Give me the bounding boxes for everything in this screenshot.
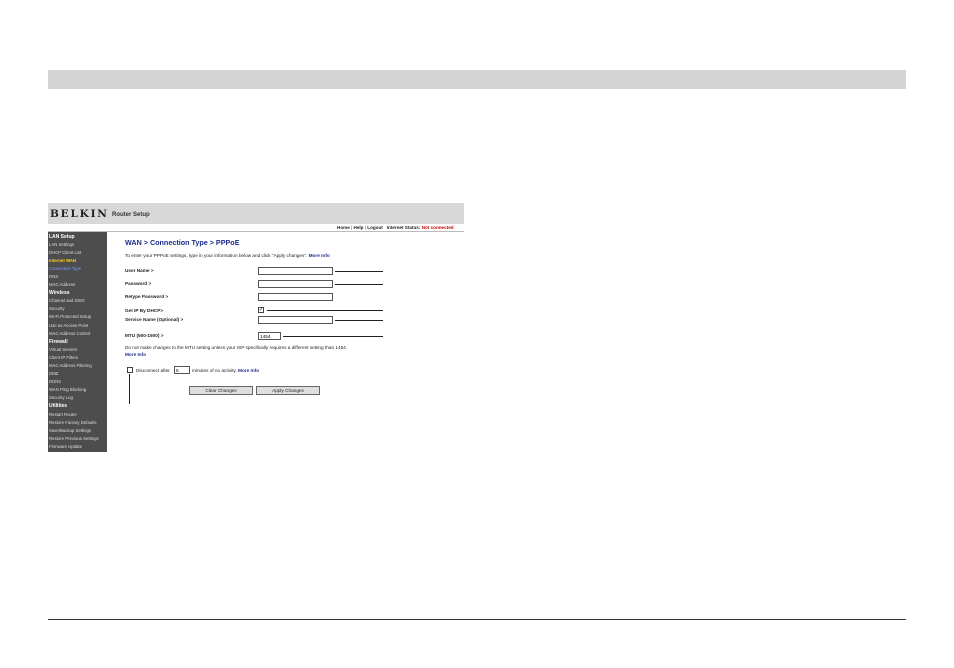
top-nav-links: Home | Help | Logout Internet Status: No… [337,225,454,230]
sidebar-item[interactable]: Use as Access Point [48,322,107,330]
top-nav: Home | Help | Logout Internet Status: No… [48,224,464,232]
intro-text: To enter your PPPoE settings, type in yo… [125,253,330,258]
clear-changes-button[interactable]: Clear Changes [189,386,253,395]
router-setup-screenshot: BELKIN Router Setup Home | Help | Logout… [48,203,464,452]
sidebar-item[interactable]: Wi-Fi Protected Setup [48,313,107,321]
sidebar-item[interactable]: Firmware Update [48,443,107,451]
sidebar-item[interactable]: MAC Address [48,281,107,289]
sidebar-nav: LAN Setup LAN Settings DHCP Client List Int… [48,232,107,452]
belkin-logo: BELKIN [50,208,109,220]
disconnect-minutes-label: minutes of no activity. More Info [192,368,259,373]
sidebar-section-heading: LAN Setup [49,233,75,240]
sidebar-item[interactable]: Save/Backup Settings [48,427,107,435]
intro-instructions: To enter your PPPoE settings, type in yo… [125,253,308,258]
logout-link[interactable]: Logout [367,225,383,230]
nav-separator: | [351,225,353,230]
sidebar-item[interactable]: DDNS [48,378,107,386]
service-name-input[interactable] [258,316,333,324]
mtu-more-info-link[interactable]: More Info [125,352,146,357]
callout-line [283,336,383,337]
service-name-label: Service Name (Optional) > [125,317,184,322]
sidebar-section-heading: Utilities [49,403,68,410]
apply-changes-button[interactable]: Apply Changes [256,386,320,395]
page-title: WAN > Connection Type > PPPoE [125,238,240,247]
sidebar-section-heading: Firewall [49,338,68,345]
sidebar-section-heading: Wireless [49,290,70,297]
password-input[interactable] [258,280,333,288]
callout-line [335,284,383,285]
disconnect-label: Disconnect after [136,368,170,373]
sidebar-item[interactable]: Client IP Filters [48,354,107,362]
user-name-input[interactable] [258,267,333,275]
callout-line [335,320,383,321]
app-header: BELKIN Router Setup [48,203,464,224]
sidebar-item[interactable]: DHCP Client List [48,249,107,257]
nav-separator: | [364,225,366,230]
sidebar-item[interactable]: Internet WAN [48,257,107,265]
top-banner [48,70,906,89]
home-link[interactable]: Home [337,225,350,230]
disconnect-minutes-text: minutes of no activity. [192,368,237,373]
internet-status-label: Internet Status: [386,225,421,230]
sidebar-item[interactable]: MAC Address Control [48,330,107,338]
help-link[interactable]: Help [354,225,364,230]
sidebar-item[interactable]: Restore Factory Defaults [48,419,107,427]
disconnect-more-info-link[interactable]: More Info [238,368,259,373]
bottom-divider [48,619,906,620]
callout-line [267,310,383,311]
sidebar-item[interactable]: Restart Router [48,411,107,419]
sidebar-item[interactable]: WAN Ping Blocking [48,386,107,394]
sidebar-item[interactable]: MAC Address Filtering [48,362,107,370]
password-label: Password > [125,281,152,286]
mtu-input[interactable] [258,332,281,340]
mtu-note-text: Do not make changes to the MTU setting u… [125,345,348,350]
sidebar-item[interactable]: Restore Previous Settings [48,435,107,443]
dhcp-label: Get IP By DHCP> [125,308,164,313]
sidebar-item[interactable]: Security [48,305,107,313]
disconnect-minutes-input[interactable] [174,366,190,374]
sidebar-item[interactable]: DMZ [48,370,107,378]
retype-password-input[interactable] [258,293,333,301]
sidebar-item[interactable]: DNS [48,273,107,281]
callout-line [335,271,383,272]
mtu-note: Do not make changes to the MTU setting u… [125,345,347,358]
user-name-label: User Name > [125,268,154,273]
dhcp-checkbox[interactable]: ✓ [258,307,264,313]
retype-password-label: Retype Password > [125,294,169,299]
sidebar-item[interactable]: Channel and SSID [48,297,107,305]
sidebar-item[interactable]: Security Log [48,394,107,402]
intro-more-info-link[interactable]: More Info [309,253,330,258]
mtu-label: MTU (500-1500) > [125,333,164,338]
sidebar-item[interactable]: Connection Type [48,265,107,273]
internet-status-value: Not connected [421,225,454,230]
main-content: WAN > Connection Type > PPPoE To enter y… [107,232,464,452]
callout-line [129,374,130,404]
sidebar-item[interactable]: LAN Settings [48,241,107,249]
app-title: Router Setup [112,212,150,218]
sidebar-item[interactable]: Virtual Servers [48,346,107,354]
disconnect-checkbox[interactable] [127,367,133,373]
